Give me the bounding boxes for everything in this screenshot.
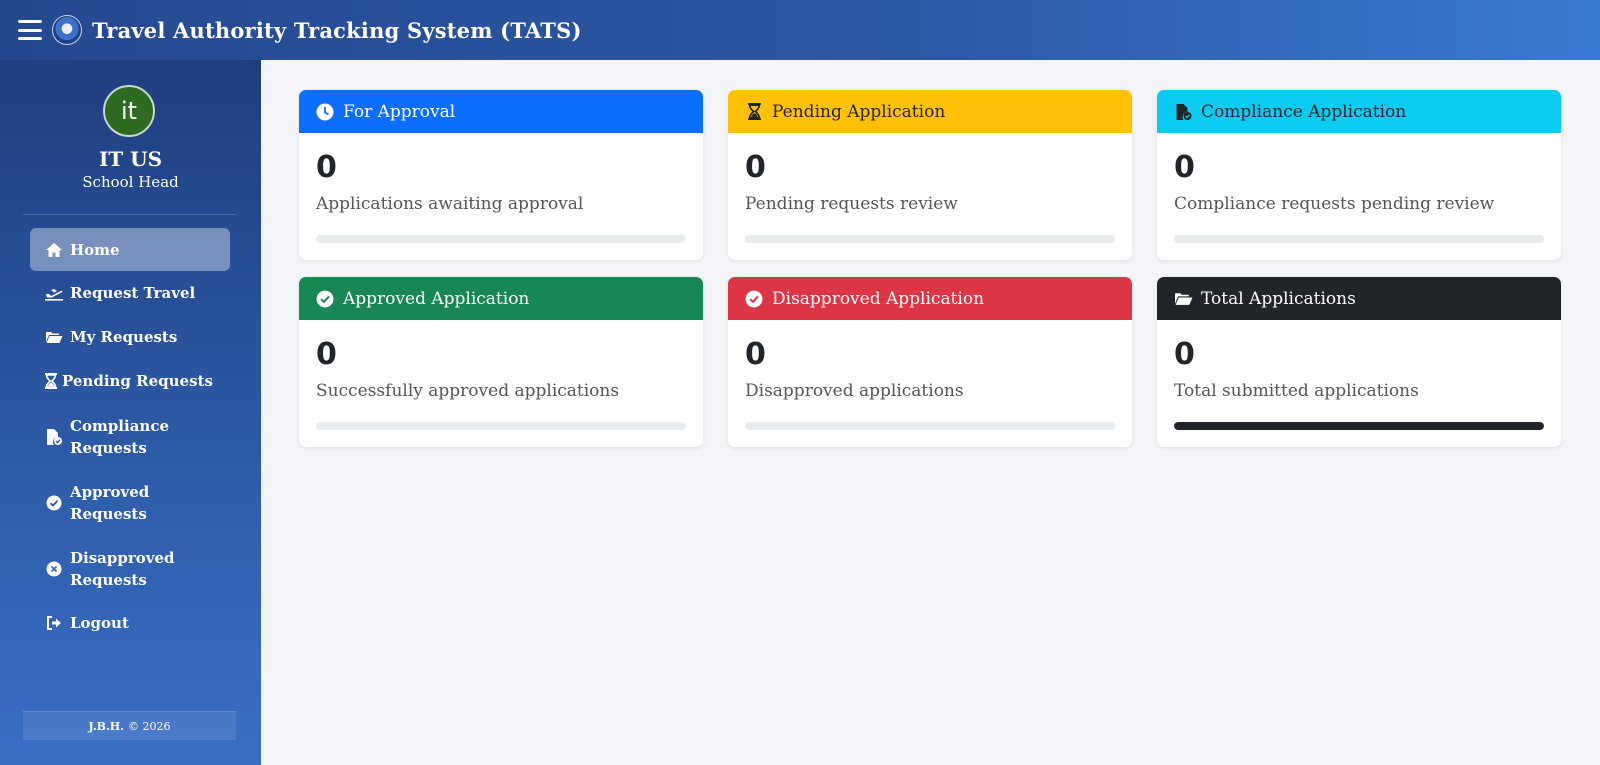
sidebar-item-home[interactable]: Home <box>30 228 230 271</box>
x-circle-icon <box>44 559 64 579</box>
card-title: For Approval <box>343 101 456 122</box>
check-circle-icon <box>44 493 64 513</box>
sidebar-item-request-travel[interactable]: Request Travel <box>30 282 230 304</box>
footer-author: J.B.H. <box>88 719 125 733</box>
card-title: Approved Application <box>343 288 530 309</box>
hourglass-icon <box>744 102 764 122</box>
card-title: Compliance Application <box>1201 101 1407 122</box>
card-count: 0 <box>1174 150 1195 185</box>
file-check-icon <box>1173 102 1193 122</box>
progress-fill <box>1174 422 1544 430</box>
folder-open-icon <box>44 327 64 347</box>
card-count: 0 <box>316 337 337 372</box>
card-description: Total submitted applications <box>1174 381 1419 401</box>
sidebar-item-label: Logout <box>70 614 129 632</box>
card-header: Total Applications <box>1157 277 1561 320</box>
sidebar: it IT US School Head Home Request Travel… <box>0 60 261 765</box>
sidebar-item-compliance-requests[interactable]: Compliance Requests <box>30 415 230 459</box>
sidebar-divider <box>23 214 236 215</box>
sidebar-item-my-requests[interactable]: My Requests <box>30 326 230 348</box>
footer-copyright: © 2026 <box>128 719 171 733</box>
hourglass-icon <box>44 371 58 391</box>
plane-icon <box>44 283 64 303</box>
sidebar-item-label: Home <box>70 240 120 259</box>
card-total-applications[interactable]: Total Applications 0 Total submitted app… <box>1157 277 1561 447</box>
sidebar-item-pending-requests[interactable]: Pending Requests <box>30 370 230 392</box>
user-role: School Head <box>82 173 179 191</box>
progress-bar <box>745 422 1115 430</box>
card-description: Pending requests review <box>745 194 958 214</box>
card-description: Applications awaiting approval <box>316 194 584 214</box>
card-header: Compliance Application <box>1157 90 1561 133</box>
progress-bar <box>1174 422 1544 430</box>
card-compliance-application[interactable]: Compliance Application 0 Compliance requ… <box>1157 90 1561 260</box>
user-name: IT US <box>98 147 163 171</box>
sidebar-item-disapproved-requests[interactable]: Disapproved Requests <box>30 547 230 591</box>
card-header: Approved Application <box>299 277 703 320</box>
progress-bar <box>745 235 1115 243</box>
check-circle-icon <box>744 289 764 309</box>
card-description: Compliance requests pending review <box>1174 194 1495 214</box>
card-approved-application[interactable]: Approved Application 0 Successfully appr… <box>299 277 703 447</box>
card-title: Pending Application <box>772 101 946 122</box>
clock-icon <box>315 102 335 122</box>
card-count: 0 <box>1174 337 1195 372</box>
card-title: Disapproved Application <box>772 288 985 309</box>
folder-open-icon <box>1173 289 1193 309</box>
card-count: 0 <box>745 150 766 185</box>
progress-bar <box>316 422 686 430</box>
home-icon <box>44 240 64 260</box>
progress-bar <box>1174 235 1544 243</box>
sidebar-item-label: Pending Requests <box>62 372 213 390</box>
sidebar-item-logout[interactable]: Logout <box>30 612 230 634</box>
seal-logo <box>52 15 82 45</box>
avatar: it <box>103 85 155 137</box>
card-for-approval[interactable]: For Approval 0 Applications awaiting app… <box>299 90 703 260</box>
card-title: Total Applications <box>1201 288 1356 309</box>
app-title: Travel Authority Tracking System (TATS) <box>92 17 582 43</box>
top-navbar: Travel Authority Tracking System (TATS) <box>0 0 1600 60</box>
sidebar-footer: J.B.H. © 2026 <box>23 711 236 740</box>
card-description: Disapproved applications <box>745 381 964 401</box>
card-count: 0 <box>316 150 337 185</box>
card-header: For Approval <box>299 90 703 133</box>
progress-bar <box>316 235 686 243</box>
sidebar-item-label: Request Travel <box>70 284 196 302</box>
check-circle-icon <box>315 289 335 309</box>
card-pending-application[interactable]: Pending Application 0 Pending requests r… <box>728 90 1132 260</box>
card-description: Successfully approved applications <box>316 381 620 401</box>
sidebar-item-label: Disapproved Requests <box>70 549 175 589</box>
file-check-icon <box>44 427 64 447</box>
hamburger-icon[interactable] <box>18 20 42 40</box>
sidebar-item-approved-requests[interactable]: Approved Requests <box>30 481 230 525</box>
sidebar-item-label: Compliance Requests <box>70 417 170 457</box>
card-disapproved-application[interactable]: Disapproved Application 0 Disapproved ap… <box>728 277 1132 447</box>
card-count: 0 <box>745 337 766 372</box>
logout-icon <box>44 613 64 633</box>
sidebar-item-label: My Requests <box>70 328 178 346</box>
card-header: Disapproved Application <box>728 277 1132 320</box>
sidebar-item-label: Approved Requests <box>70 483 150 523</box>
card-header: Pending Application <box>728 90 1132 133</box>
